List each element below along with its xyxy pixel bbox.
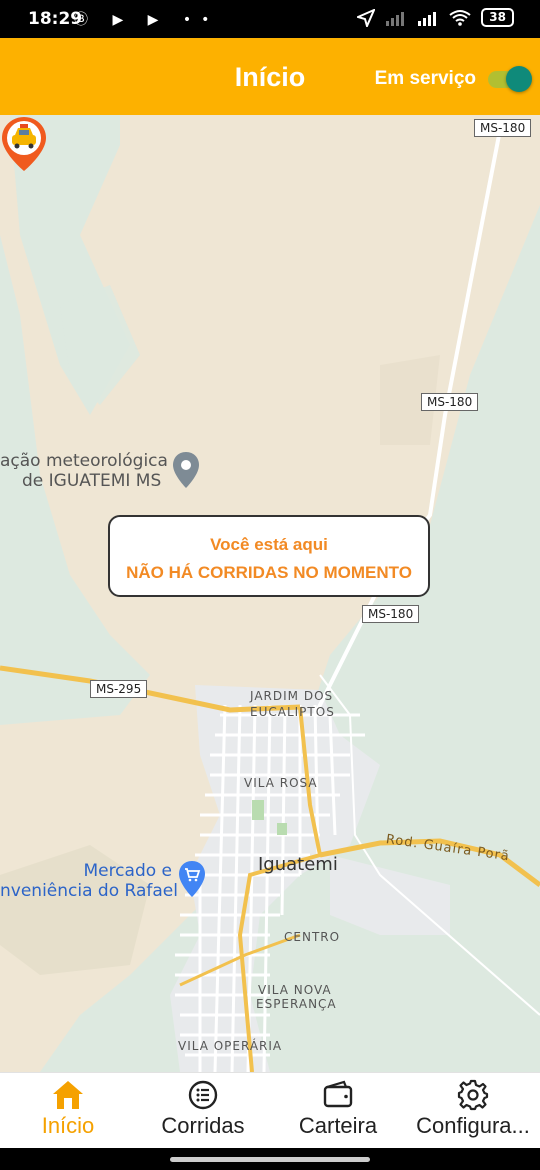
poi-label-line: Mercado e [83, 861, 172, 881]
taxi-location-pin-icon[interactable] [0, 115, 48, 173]
neighborhood-label: ESPERANÇA [256, 997, 337, 1011]
bottom-navigation: Início Corridas Carteira Configura... [0, 1072, 540, 1149]
map-pin-icon[interactable] [172, 451, 200, 489]
notification-icons: Ⓑ ▶ ▶ •• [74, 12, 220, 28]
neighborhood-label: VILA OPERÁRIA [178, 1039, 283, 1053]
home-icon [53, 1081, 83, 1109]
nav-item-corridas[interactable]: Corridas [150, 1073, 256, 1149]
status-bar: 18:29 Ⓑ ▶ ▶ •• 38 [0, 0, 540, 38]
nav-item-inicio[interactable]: Início [18, 1073, 118, 1149]
neighborhood-label: VILA ROSA [244, 776, 318, 790]
poi-market-label[interactable]: Mercado e nveniência do Rafael [0, 861, 178, 901]
wallet-icon [323, 1080, 353, 1108]
info-window[interactable]: Você está aqui NÃO HÁ CORRIDAS NO MOMENT… [108, 515, 430, 597]
service-toggle[interactable] [484, 66, 532, 92]
neighborhood-label: EUCALIPTOS [250, 705, 335, 719]
info-title: Você está aqui [210, 535, 328, 554]
road-shield: MS-295 [90, 680, 148, 698]
nav-label: Início [41, 1113, 95, 1138]
service-status-label: Em serviço [374, 68, 476, 89]
app-bar: Início Em serviço [0, 38, 540, 115]
location-icon [357, 8, 376, 27]
nav-label: Configura... [416, 1113, 530, 1138]
poi-label-line: de IGUATEMI MS [22, 471, 162, 491]
toggle-knob [506, 66, 532, 92]
poi-label-line: ação meteorológica [0, 451, 168, 471]
info-message: NÃO HÁ CORRIDAS NO MOMENTO [126, 563, 412, 582]
shopping-cart-pin-icon[interactable] [178, 860, 206, 898]
neighborhood-label: CENTRO [284, 930, 341, 944]
nav-item-carteira[interactable]: Carteira [288, 1073, 388, 1149]
road-shield: MS-180 [362, 605, 420, 623]
system-gesture-bar [0, 1148, 540, 1170]
neighborhood-label: JARDIM DOS [250, 689, 334, 703]
home-indicator[interactable] [170, 1157, 370, 1162]
nav-label: Corridas [161, 1113, 245, 1138]
signal-icon [418, 11, 437, 26]
road-shield: MS-180 [421, 393, 479, 411]
list-icon [188, 1080, 218, 1110]
gear-icon [457, 1079, 489, 1111]
wifi-icon [449, 10, 471, 26]
battery-indicator: 38 [481, 8, 514, 27]
poi-weather-station-label[interactable]: ação meteorológica de IGUATEMI MS [0, 451, 168, 491]
city-label: Iguatemi [258, 854, 338, 875]
nav-label: Carteira [298, 1113, 378, 1138]
road-shield: MS-180 [474, 119, 532, 137]
nav-item-configuracoes[interactable]: Configura... [410, 1073, 536, 1149]
signal-icon [386, 11, 405, 26]
map-view[interactable]: MS-180 MS-180 MS-180 MS-295 ação meteoro… [0, 115, 540, 1072]
poi-label-line: nveniência do Rafael [0, 881, 178, 901]
neighborhood-label: VILA NOVA [258, 983, 332, 997]
